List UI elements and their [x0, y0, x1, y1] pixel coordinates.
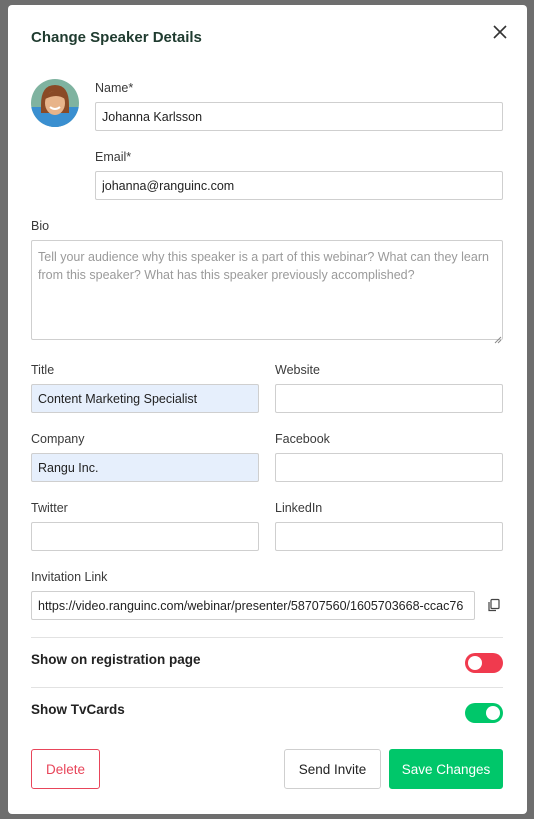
avatar[interactable] — [31, 79, 79, 127]
registration-toggle-label: Show on registration page — [31, 652, 201, 667]
company-field[interactable] — [31, 453, 259, 482]
bio-label: Bio — [31, 219, 50, 233]
facebook-label: Facebook — [275, 432, 330, 446]
resize-grip-icon[interactable] — [494, 331, 502, 344]
name-field[interactable] — [95, 102, 503, 131]
bio-field[interactable] — [31, 240, 503, 340]
invitation-link-field[interactable] — [31, 591, 475, 620]
registration-toggle[interactable] — [465, 653, 503, 673]
toggle-knob — [486, 706, 500, 720]
linkedin-field[interactable] — [275, 522, 503, 551]
invitation-link-label: Invitation Link — [31, 570, 108, 584]
divider — [31, 687, 503, 688]
title-field[interactable] — [31, 384, 259, 413]
toggle-knob — [468, 656, 482, 670]
title-label: Title — [31, 363, 55, 377]
twitter-label: Twitter — [31, 501, 68, 515]
divider — [31, 637, 503, 638]
change-speaker-modal: Change Speaker Details Name* Email* Bio … — [8, 5, 527, 814]
email-label: Email* — [95, 150, 132, 164]
name-label: Name* — [95, 81, 134, 95]
company-label: Company — [31, 432, 85, 446]
twitter-field[interactable] — [31, 522, 259, 551]
tvcards-toggle[interactable] — [465, 703, 503, 723]
close-icon[interactable] — [489, 21, 511, 43]
send-invite-button[interactable]: Send Invite — [284, 749, 381, 789]
facebook-field[interactable] — [275, 453, 503, 482]
email-field[interactable] — [95, 171, 503, 200]
tvcards-toggle-label: Show TvCards — [31, 702, 125, 717]
linkedin-label: LinkedIn — [275, 501, 323, 515]
delete-button[interactable]: Delete — [31, 749, 100, 789]
save-changes-button[interactable]: Save Changes — [389, 749, 503, 789]
website-field[interactable] — [275, 384, 503, 413]
website-label: Website — [275, 363, 320, 377]
copy-icon[interactable] — [487, 598, 501, 612]
modal-title: Change Speaker Details — [31, 29, 202, 46]
